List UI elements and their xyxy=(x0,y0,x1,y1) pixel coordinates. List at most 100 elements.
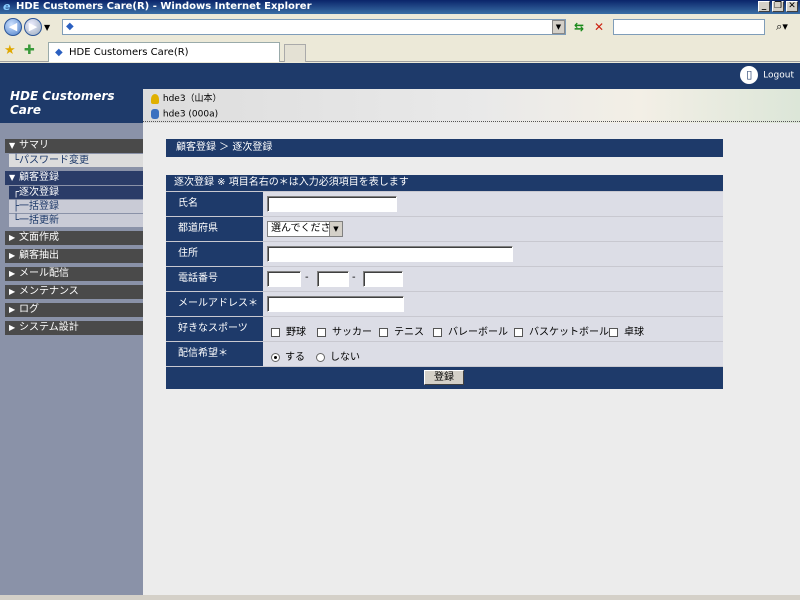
address-dropdown-button[interactable]: ▼ xyxy=(552,20,565,34)
tab-page-icon: ◆ xyxy=(55,47,63,58)
field-value: - - xyxy=(263,267,723,291)
page-icon: ◆ xyxy=(66,21,74,32)
sport-label: バレーボール xyxy=(448,327,508,338)
email-input[interactable] xyxy=(267,296,404,312)
phone-input-2[interactable] xyxy=(317,271,349,287)
sport-label: バスケットボール xyxy=(529,327,609,338)
sidebar-item-bulk-register[interactable]: ├一括登録 xyxy=(9,200,143,213)
tab-title: HDE Customers Care(R) xyxy=(69,47,189,58)
sidebar-section-compose[interactable]: ▶ 文面作成 xyxy=(5,231,143,245)
field-value xyxy=(263,192,723,216)
user-name: hde3（山本） xyxy=(151,91,222,104)
sidebar-section-label: 文面作成 xyxy=(19,232,59,243)
back-button[interactable]: ◀ xyxy=(4,18,22,36)
search-input[interactable] xyxy=(613,19,765,35)
email-label: メールアドレス＊ xyxy=(166,292,263,316)
sport-label: テニス xyxy=(394,327,424,338)
row-address: 住所 xyxy=(166,241,723,266)
sidebar-section-log[interactable]: ▶ ログ xyxy=(5,303,143,317)
sidebar-item-label: パスワード変更 xyxy=(19,155,90,166)
group-icon xyxy=(151,109,159,119)
delivery-label: 配信希望＊ xyxy=(166,342,263,366)
sidebar-section-maintenance[interactable]: ▶ メンテナンス xyxy=(5,285,143,299)
form-footer: 登録 xyxy=(166,366,723,389)
expanded-icon: ▼ xyxy=(9,141,16,150)
new-tab-button[interactable] xyxy=(284,44,306,62)
collapsed-icon: ▶ xyxy=(9,305,16,314)
window-controls: _ ❐ ✕ xyxy=(758,1,798,12)
sport-checkbox-basketball[interactable]: バスケットボール xyxy=(514,323,609,338)
register-button[interactable]: 登録 xyxy=(424,370,464,385)
sports-label: 好きなスポーツ xyxy=(166,317,263,341)
collapsed-icon: ▶ xyxy=(9,287,16,296)
checkbox-box xyxy=(317,327,326,337)
minimize-button[interactable]: _ xyxy=(758,1,770,12)
checkbox-box xyxy=(514,327,523,337)
sidebar-item-label: 一括更新 xyxy=(19,215,60,226)
ie-icon: e xyxy=(3,0,11,13)
sidebar-item-sequential-register[interactable]: ┌逐次登録 xyxy=(9,186,143,199)
brand-text: HDE Customers Care xyxy=(10,89,115,117)
door-icon: ▯ xyxy=(740,66,759,84)
prefecture-select[interactable]: 選んでください ▼ xyxy=(267,221,343,237)
sport-checkbox-soccer[interactable]: サッカー xyxy=(317,323,372,338)
refresh-button[interactable]: ⇆ xyxy=(571,19,587,35)
name-input[interactable] xyxy=(267,196,397,212)
sidebar-item-label: 逐次登録 xyxy=(19,187,60,198)
field-value: 選んでください ▼ xyxy=(263,217,723,241)
forward-button[interactable]: ▶ xyxy=(24,18,42,36)
collapsed-icon: ▶ xyxy=(9,323,16,332)
delivery-radio-no[interactable]: しない xyxy=(316,348,360,363)
add-favorites-icon[interactable]: ✚ xyxy=(24,43,35,58)
favorites-star-icon[interactable]: ★ xyxy=(4,43,16,58)
phone-separator: - xyxy=(352,272,356,283)
close-button[interactable]: ✕ xyxy=(786,1,798,12)
sidebar-section-mail[interactable]: ▶ メール配信 xyxy=(5,267,143,281)
logout-button[interactable]: ▯ Logout xyxy=(740,66,794,84)
checkbox-box xyxy=(609,327,618,337)
radio-icon xyxy=(316,352,325,362)
main-content: 顧客登録 ＞ 逐次登録 逐次登録 ※ 項目名右の＊は入力必須項目を表します 氏名… xyxy=(143,123,800,595)
status-bar xyxy=(0,595,800,600)
checkbox-box xyxy=(433,327,442,337)
delivery-radio-yes[interactable]: する xyxy=(271,348,305,363)
pref-label: 都道府県 xyxy=(166,217,263,241)
sidebar-section-customer-register[interactable]: ▼ 顧客登録 xyxy=(5,171,143,185)
browser-tab[interactable]: ◆ HDE Customers Care(R) xyxy=(48,42,280,62)
sidebar-item-password[interactable]: └パスワード変更 xyxy=(9,154,143,167)
stop-button[interactable]: ✕ xyxy=(591,19,607,35)
radio-label: しない xyxy=(330,352,360,363)
search-button[interactable]: ⌕▾ xyxy=(769,19,795,35)
breadcrumb: 顧客登録 ＞ 逐次登録 xyxy=(166,139,723,157)
phone-input-3[interactable] xyxy=(363,271,403,287)
sidebar-section-summary[interactable]: ▼ サマリ xyxy=(5,139,143,153)
sidebar-item-bulk-update[interactable]: └一括更新 xyxy=(9,214,143,227)
sidebar-section-label: メール配信 xyxy=(19,268,69,279)
field-value: 野球 サッカー テニス バレーボール バスケットボール 卓球 xyxy=(263,317,723,341)
sidebar-section-label: 顧客登録 xyxy=(19,172,59,183)
sidebar-section-label: ログ xyxy=(19,304,39,315)
address-input[interactable]: ◆ xyxy=(62,19,566,35)
checkbox-box xyxy=(271,327,280,337)
sidebar-section-label: システム設計 xyxy=(19,322,79,333)
sport-checkbox-table-tennis[interactable]: 卓球 xyxy=(609,323,644,338)
expanded-icon: ▼ xyxy=(9,173,16,182)
address-input[interactable] xyxy=(267,246,513,262)
sport-label: 卓球 xyxy=(624,327,644,338)
sport-checkbox-volleyball[interactable]: バレーボール xyxy=(433,323,508,338)
sport-label: 野球 xyxy=(286,327,306,338)
restore-button[interactable]: ❐ xyxy=(772,1,784,12)
sport-checkbox-tennis[interactable]: テニス xyxy=(379,323,424,338)
user-group-text: hde3 (000a) xyxy=(162,109,219,120)
register-form: 逐次登録 ※ 項目名右の＊は入力必須項目を表します 氏名 都道府県 選んでくださ… xyxy=(166,175,723,389)
history-dropdown-icon[interactable]: ▼ xyxy=(44,23,50,32)
address-label: 住所 xyxy=(166,242,263,266)
phone-input-1[interactable] xyxy=(267,271,301,287)
sport-checkbox-baseball[interactable]: 野球 xyxy=(271,323,306,338)
row-prefecture: 都道府県 選んでください ▼ xyxy=(166,216,723,241)
form-header: 逐次登録 ※ 項目名右の＊は入力必須項目を表します xyxy=(174,177,409,188)
sidebar-section-extract[interactable]: ▶ 顧客抽出 xyxy=(5,249,143,263)
checkbox-box xyxy=(379,327,388,337)
collapsed-icon: ▶ xyxy=(9,233,16,242)
sidebar-section-system[interactable]: ▶ システム設計 xyxy=(5,321,143,335)
